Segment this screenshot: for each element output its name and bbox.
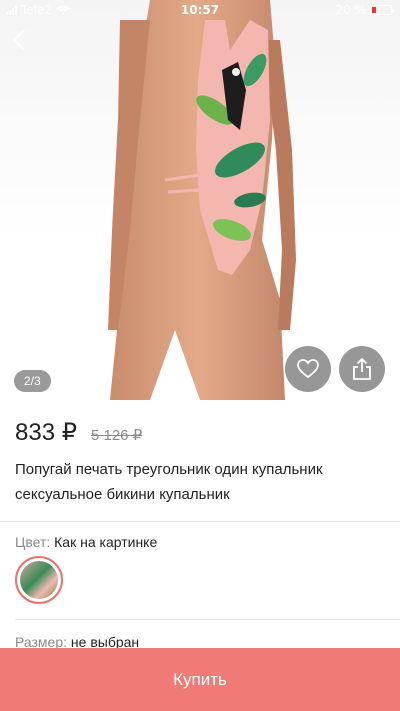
buy-button[interactable]: Купить	[0, 648, 400, 711]
swimsuit-photo	[108, 0, 296, 400]
product-screen: Tele2 10:57 20 % 2/3 833 ₽ 5 126 ₽ Попуг…	[0, 0, 400, 711]
buy-button-label: Купить	[173, 669, 227, 689]
share-button[interactable]	[339, 346, 385, 392]
back-button[interactable]	[8, 28, 32, 52]
chevron-left-icon	[12, 29, 25, 51]
heart-icon	[297, 359, 319, 379]
color-option-row: Цвет: Как на картинке	[0, 522, 400, 550]
battery-percent: 20 %	[335, 3, 367, 17]
price-row: 833 ₽ 5 126 ₽	[0, 400, 400, 447]
battery-icon	[370, 5, 394, 15]
color-value: Как на картинке	[54, 534, 158, 550]
old-price: 5 126 ₽	[90, 427, 143, 444]
divider	[15, 619, 400, 620]
color-swatch[interactable]	[15, 556, 63, 604]
product-image[interactable]	[0, 0, 400, 400]
product-title: Попугай печать треугольник один купальни…	[15, 461, 323, 503]
status-right: 20 %	[335, 3, 394, 17]
color-label: Цвет:	[15, 534, 55, 550]
swatch-thumbnail	[20, 561, 58, 599]
product-info: 833 ₽ 5 126 ₽ Попугай печать треугольник…	[0, 400, 400, 550]
share-icon	[353, 357, 371, 380]
favorite-button[interactable]	[285, 346, 331, 392]
status-bar: Tele2 10:57 20 %	[0, 0, 400, 20]
current-price: 833 ₽	[15, 419, 77, 446]
image-counter: 2/3	[14, 370, 51, 392]
